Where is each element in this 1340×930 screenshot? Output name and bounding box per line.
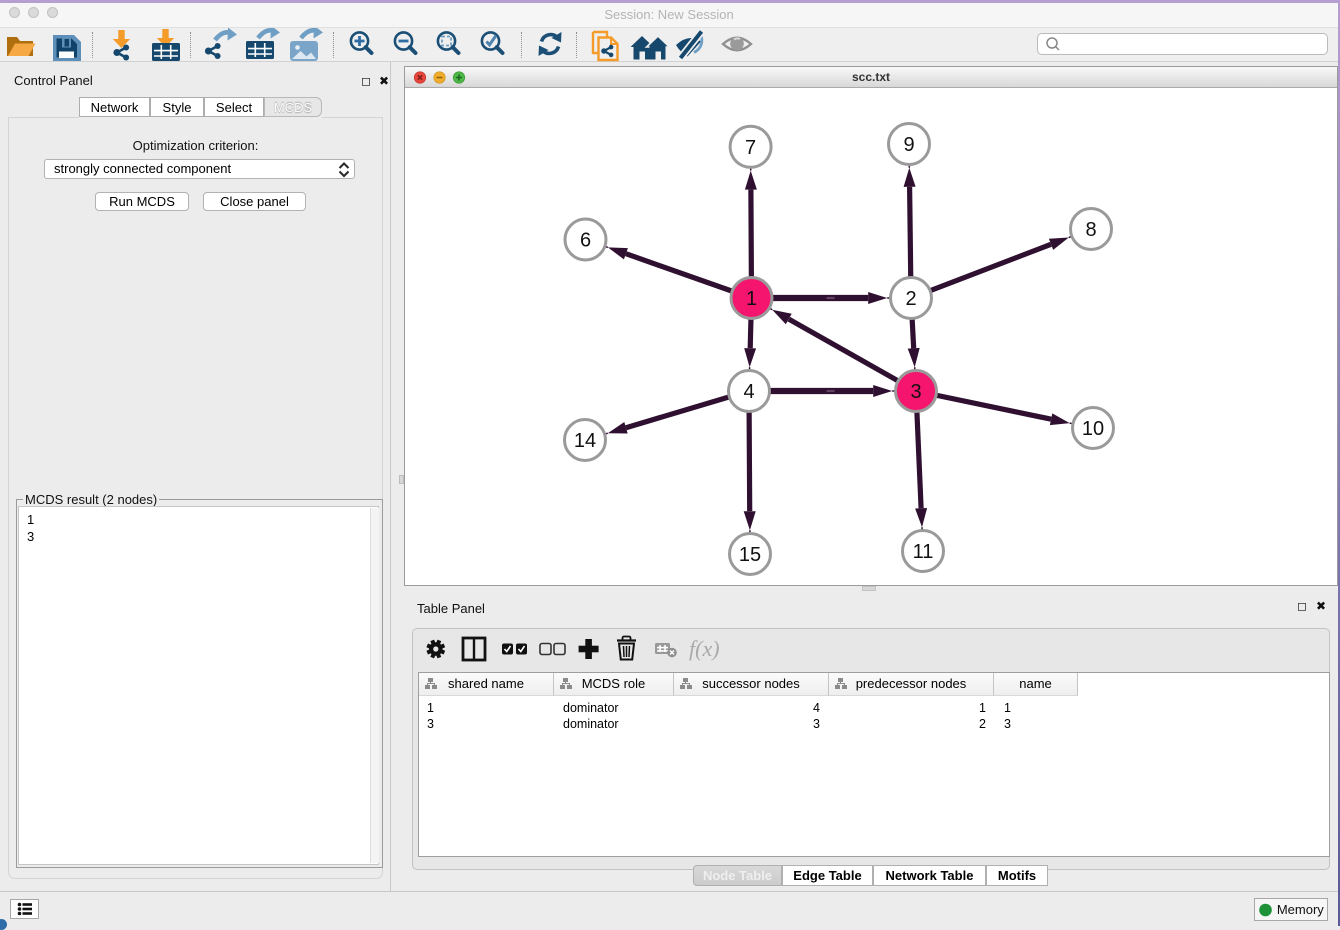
svg-text:7: 7 — [745, 137, 756, 159]
svg-text:f(x): f(x) — [689, 636, 720, 661]
svg-text:8: 8 — [1085, 219, 1096, 241]
svg-text:9: 9 — [903, 134, 914, 156]
svg-text:1: 1 — [746, 288, 757, 310]
svg-text:3: 3 — [910, 381, 921, 403]
svg-text:10: 10 — [1082, 418, 1104, 440]
svg-text:15: 15 — [739, 544, 761, 566]
svg-text:6: 6 — [580, 230, 591, 252]
svg-text:2: 2 — [905, 288, 916, 310]
svg-text:4: 4 — [743, 381, 754, 403]
svg-text:11: 11 — [913, 541, 934, 563]
svg-text:14: 14 — [574, 430, 596, 452]
